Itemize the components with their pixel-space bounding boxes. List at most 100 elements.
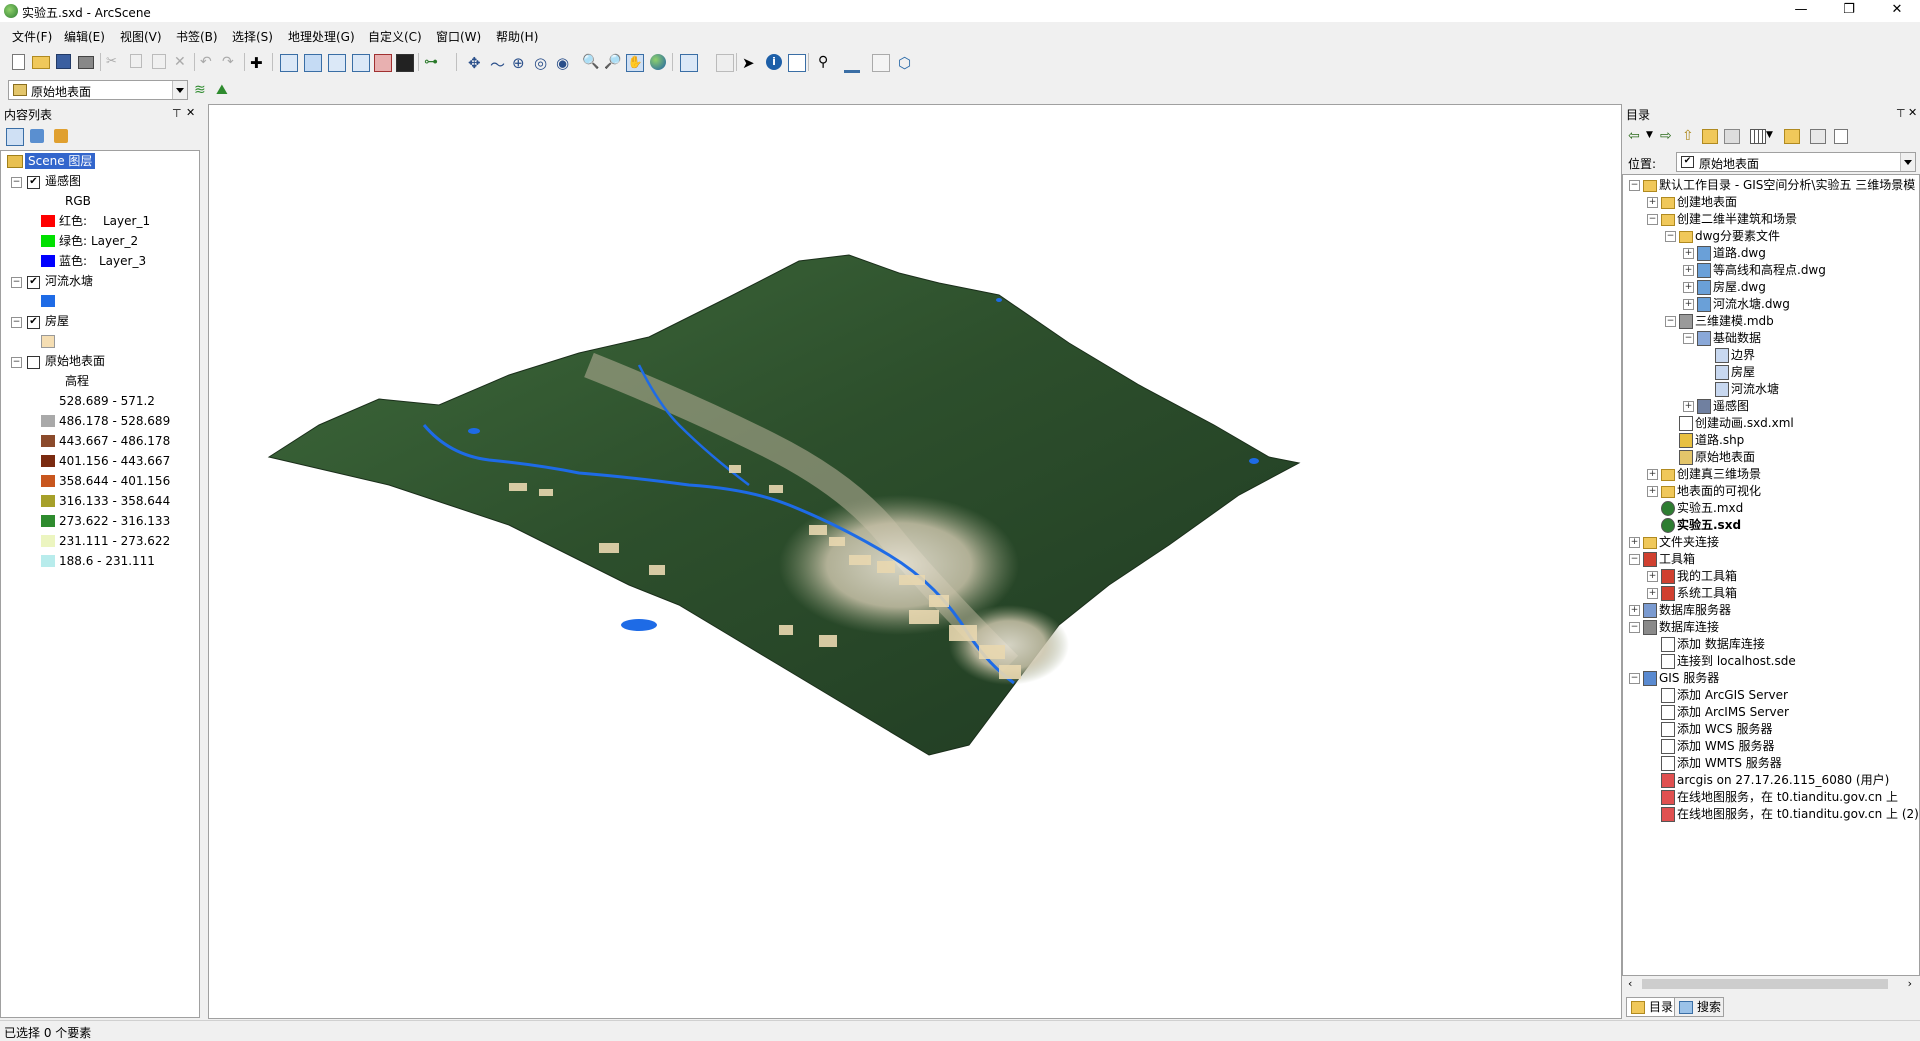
catalog-tree-item[interactable]: 添加 WCS 服务器 — [1677, 721, 1773, 737]
tab-catalog[interactable]: 目录 — [1626, 997, 1676, 1017]
zoom-out-icon[interactable]: 🔎 — [604, 54, 621, 70]
layer-combo[interactable]: 原始地表面 — [8, 80, 188, 100]
catalog-tree-item[interactable]: 原始地表面 — [1695, 449, 1755, 465]
expand-icon[interactable]: + — [1647, 197, 1658, 208]
catalog-tree-item[interactable]: GIS 服务器 — [1659, 670, 1719, 686]
catalog-tree-item[interactable]: 房屋.dwg — [1713, 279, 1766, 295]
catalog-tree-item[interactable]: 创建真三维场景 — [1677, 466, 1761, 482]
up-folder-icon[interactable]: ⇧ — [1682, 128, 1694, 144]
expand-icon[interactable]: + — [1647, 469, 1658, 480]
collapse-icon[interactable]: − — [1629, 673, 1640, 684]
steepest-path-icon[interactable]: ⛰ — [216, 82, 232, 98]
expand-icon[interactable]: + — [1683, 248, 1694, 259]
model-builder-icon[interactable]: ⊶ — [424, 54, 440, 70]
layer-visibility-checkbox[interactable]: ✔ — [27, 316, 40, 329]
toc-layer-river[interactable]: 河流水塘 — [45, 273, 93, 289]
catalog-tree-item[interactable]: 添加 WMTS 服务器 — [1677, 755, 1782, 771]
connect-folder-icon[interactable] — [1724, 129, 1740, 144]
scroll-left-icon[interactable]: ‹ — [1628, 977, 1632, 990]
tab-search[interactable]: 搜索 — [1674, 997, 1724, 1017]
close-window-button[interactable]: ✕ — [1874, 0, 1920, 22]
catalog-tree-item[interactable]: 文件夹连接 — [1659, 534, 1719, 550]
identify-icon[interactable]: i — [766, 54, 782, 70]
select-elements-icon[interactable]: ➤ — [742, 54, 758, 72]
expand-icon[interactable]: + — [1629, 605, 1640, 616]
select-features-icon[interactable] — [680, 54, 698, 72]
list-by-source-icon[interactable] — [30, 129, 44, 143]
collapse-icon[interactable]: − — [1683, 333, 1694, 344]
catalog-tree-item[interactable]: 基础数据 — [1713, 330, 1761, 346]
layer-visibility-checkbox[interactable] — [27, 356, 40, 369]
target-center-icon[interactable]: ⊕ — [512, 54, 528, 72]
new-document-icon[interactable] — [12, 54, 25, 70]
catalog-tree-item[interactable]: 数据库服务器 — [1659, 602, 1731, 618]
maximize-button[interactable]: ❐ — [1826, 0, 1872, 22]
full-extent-icon[interactable] — [650, 54, 666, 70]
find-binoculars-icon[interactable]: ⚲ — [818, 54, 834, 70]
pan-hand-icon[interactable]: ✋ — [626, 54, 644, 72]
paste-icon[interactable] — [152, 54, 166, 69]
catalog-tree-item[interactable]: 我的工具箱 — [1677, 568, 1737, 584]
collapse-icon[interactable]: − — [1647, 214, 1658, 225]
catalog-tree-item[interactable]: 地表面的可视化 — [1677, 483, 1761, 499]
collapse-icon[interactable]: − — [1629, 180, 1640, 191]
toc-layer-house[interactable]: 房屋 — [45, 313, 69, 329]
scene-properties-icon[interactable] — [280, 54, 298, 72]
catalog-tree-item[interactable]: 实验五.mxd — [1677, 500, 1743, 516]
catalog-tree-item[interactable]: 边界 — [1731, 347, 1755, 363]
python-window-icon[interactable] — [396, 54, 414, 72]
catalog-tree-item[interactable]: 默认工作目录 - GIS空间分析\实验五 三维场景模 — [1659, 177, 1915, 193]
catalog-tree-item[interactable]: 在线地图服务，在 t0.tianditu.gov.cn 上 (2) — [1677, 806, 1919, 822]
menu-customize[interactable]: 自定义(C) — [368, 28, 422, 45]
scroll-right-icon[interactable]: › — [1908, 977, 1912, 990]
collapse-icon[interactable]: − — [1665, 316, 1676, 327]
search-window-icon[interactable] — [352, 54, 370, 72]
zoom-to-target-icon[interactable]: ◎ — [534, 54, 550, 72]
chevron-down-icon[interactable]: ▼ — [1766, 130, 1773, 140]
minimize-button[interactable]: — — [1778, 0, 1824, 22]
catalog-tree-item[interactable]: 创建二维半建筑和场景 — [1677, 211, 1797, 227]
catalog-tree-item[interactable]: 河流水塘 — [1731, 381, 1779, 397]
contour-tool-icon[interactable]: ≋ — [194, 82, 210, 98]
catalog-tree-item[interactable]: 创建动画.sxd.xml — [1695, 415, 1794, 431]
catalog-tree-item[interactable]: arcgis on 27.17.26.115_6080 (用户) — [1677, 772, 1889, 788]
layer-visibility-checkbox[interactable]: ✔ — [27, 176, 40, 189]
expand-icon[interactable]: + — [1683, 299, 1694, 310]
toggle-contents-icon[interactable] — [1810, 129, 1826, 144]
toc-pin-icon[interactable]: ⊤ — [172, 107, 182, 120]
catalog-tree-item[interactable]: 添加 数据库连接 — [1677, 636, 1765, 652]
collapse-icon[interactable]: − — [1629, 622, 1640, 633]
expand-icon[interactable]: + — [1647, 588, 1658, 599]
collapse-icon[interactable]: − — [11, 357, 22, 368]
menu-selection[interactable]: 选择(S) — [232, 28, 273, 45]
catalog-tree-item[interactable]: 添加 ArcGIS Server — [1677, 687, 1788, 703]
home-folder-icon[interactable] — [1702, 129, 1718, 144]
menu-view[interactable]: 视图(V) — [120, 28, 162, 45]
add-data-icon[interactable]: ✚ — [250, 54, 266, 72]
catalog-tree-item[interactable]: 数据库连接 — [1659, 619, 1719, 635]
menu-windows[interactable]: 窗口(W) — [436, 28, 481, 45]
zoom-in-icon[interactable]: 🔍 — [582, 54, 599, 70]
expand-icon[interactable]: + — [1683, 265, 1694, 276]
catalog-tree-item[interactable]: dwg分要素文件 — [1695, 228, 1780, 244]
location-combo[interactable]: ✔ 原始地表面 — [1676, 152, 1916, 172]
scrollbar-thumb[interactable] — [1642, 979, 1888, 989]
fly-icon[interactable]: 〜 — [490, 54, 506, 74]
catalog-tree-item[interactable]: 实验五.sxd — [1677, 517, 1741, 533]
menu-help[interactable]: 帮助(H) — [496, 28, 538, 45]
collapse-icon[interactable]: − — [1665, 231, 1676, 242]
cut-icon[interactable]: ✂ — [106, 54, 122, 70]
catalog-tree-item[interactable]: 系统工具箱 — [1677, 585, 1737, 601]
catalog-tree-item[interactable]: 工具箱 — [1659, 551, 1695, 567]
toc-close-icon[interactable]: ✕ — [186, 106, 195, 119]
expand-icon[interactable]: + — [1647, 571, 1658, 582]
toc-layer-surface[interactable]: 原始地表面 — [45, 353, 105, 369]
collapse-icon[interactable]: − — [11, 317, 22, 328]
chevron-down-icon[interactable] — [172, 81, 187, 99]
catalog-tree-item[interactable]: 添加 ArcIMS Server — [1677, 704, 1789, 720]
back-arrow-icon[interactable]: ⇦ — [1628, 128, 1640, 144]
arctoolbox-icon[interactable] — [374, 54, 392, 72]
menu-edit[interactable]: 编辑(E) — [64, 28, 105, 45]
menu-geoprocessing[interactable]: 地理处理(G) — [288, 28, 355, 45]
undo-icon[interactable]: ↶ — [200, 54, 216, 70]
